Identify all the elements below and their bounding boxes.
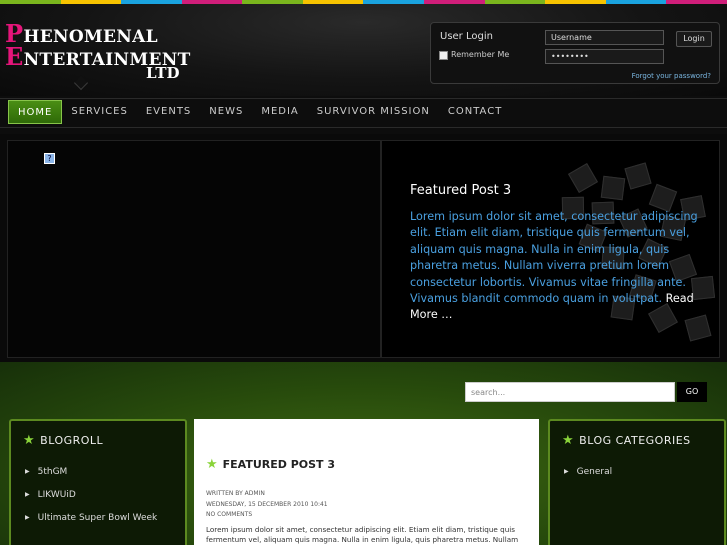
featured-text-area: Featured Post 3 Lorem ipsum dolor sit am… [381, 140, 720, 358]
featured-excerpt: Lorem ipsum dolor sit amet, consectetur … [410, 209, 700, 324]
categories-list: ▶ General [564, 465, 612, 488]
logo-line-1: PHENOMENAL [5, 22, 185, 48]
nav-items: HOME SERVICES EVENTS NEWS MEDIA SURVIVOR MISS… [8, 100, 511, 124]
post-card: ★ FEATURED POST 3 WRITTEN BY ADMIN WEDNES… [194, 419, 539, 545]
star-icon: ★ [206, 457, 218, 472]
blogroll-item[interactable]: ▶ 5thGM [25, 465, 157, 488]
post-author: WRITTEN BY ADMIN [206, 490, 265, 497]
nav-item-services[interactable]: SERVICES [62, 100, 137, 124]
category-item[interactable]: ▶ General [564, 465, 612, 488]
nav-item-media[interactable]: MEDIA [252, 100, 307, 124]
login-button[interactable]: Login [676, 31, 712, 47]
categories-widget: ★ BLOG CATEGORIES ▶ General [548, 419, 726, 545]
decorative-tile [600, 175, 626, 201]
decorative-tile [624, 162, 652, 190]
nav-item-events[interactable]: EVENTS [137, 100, 200, 124]
post-excerpt: Lorem ipsum dolor sit amet, consectetur … [206, 525, 519, 544]
nav-item-survivor-mission[interactable]: SURVIVOR MISSION [308, 100, 439, 124]
nav-item-contact[interactable]: CONTACT [439, 100, 511, 124]
post-date: WEDNESDAY, 15 DECEMBER 2010 10:41 [206, 500, 328, 508]
search-input[interactable]: search... [465, 382, 675, 402]
triangle-right-icon: ▶ [25, 468, 30, 475]
blogroll-list: ▶ 5thGM ▶ LIKWUiD ▶ Ultimate Super Bowl Week [25, 465, 157, 534]
category-item-label: General [576, 467, 613, 477]
blogroll-item[interactable]: ▶ LIKWUiD [25, 488, 157, 511]
content-area: search... GO ★ BLOGROLL ▶ 5thGM ▶ LIKWUiD ▶ Ul… [0, 362, 727, 545]
post-title[interactable]: ★ FEATURED POST 3 [206, 457, 335, 472]
logo-cap-e: E [5, 42, 24, 71]
decorative-tile [567, 162, 599, 194]
featured-excerpt-text: Lorem ipsum dolor sit amet, consectetur … [410, 210, 698, 306]
star-icon: ★ [562, 433, 575, 448]
login-title: User Login [440, 31, 493, 42]
star-icon: ★ [23, 433, 36, 448]
post-title-text: FEATURED POST 3 [222, 458, 336, 471]
username-field[interactable]: Username [545, 30, 664, 45]
blogroll-item[interactable]: ▶ Ultimate Super Bowl Week [25, 511, 157, 534]
broken-image-icon: ? [44, 153, 55, 164]
search-go-button[interactable]: GO [677, 382, 707, 402]
triangle-right-icon: ▶ [564, 468, 569, 475]
blogroll-title: ★ BLOGROLL [23, 433, 103, 448]
triangle-right-icon: ▶ [25, 514, 30, 521]
blogroll-widget: ★ BLOGROLL ▶ 5thGM ▶ LIKWUiD ▶ Ultimate Super … [9, 419, 187, 545]
main-navigation: HOME SERVICES EVENTS NEWS MEDIA SURVIVOR MISS… [0, 96, 727, 134]
categories-title: ★ BLOG CATEGORIES [562, 433, 691, 448]
login-panel: User Login Remember Me Username ••••••••… [430, 22, 720, 84]
nav-item-news[interactable]: NEWS [200, 100, 252, 124]
featured-slider: ? Featured Post 3 Lorem ipsum dolor sit … [0, 134, 727, 362]
logo-text-1: HENOMENAL [23, 27, 158, 47]
categories-title-text: BLOG CATEGORIES [579, 434, 691, 447]
triangle-right-icon: ▶ [25, 491, 30, 498]
blogroll-item-label: Ultimate Super Bowl Week [37, 513, 158, 523]
header: PHENOMENAL ENTERTAINMENT LTD User Login … [0, 4, 727, 96]
decorative-tile [648, 183, 678, 213]
blogroll-title-text: BLOGROLL [40, 434, 104, 447]
post-comments-link[interactable]: NO COMMENTS [206, 510, 328, 521]
remember-me-label: Remember Me [451, 50, 510, 59]
blogroll-item-label: LIKWUiD [37, 490, 76, 500]
site-logo[interactable]: PHENOMENAL ENTERTAINMENT LTD [5, 22, 190, 83]
post-meta: WRITTEN BY ADMIN WEDNESDAY, 15 DECEMBER … [206, 489, 328, 521]
login-panel-notch [73, 75, 89, 91]
remember-me-checkbox[interactable] [439, 51, 448, 60]
password-field[interactable]: •••••••• [545, 49, 664, 64]
featured-title[interactable]: Featured Post 3 [410, 183, 511, 198]
forgot-password-link[interactable]: Forgot your password? [632, 72, 711, 80]
featured-image-area: ? [7, 140, 381, 358]
logo-ltd: LTD [146, 64, 180, 82]
blogroll-item-label: 5thGM [37, 467, 68, 477]
nav-item-home[interactable]: HOME [8, 100, 63, 124]
